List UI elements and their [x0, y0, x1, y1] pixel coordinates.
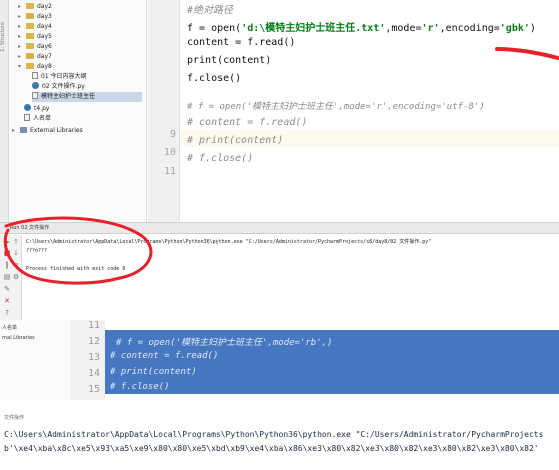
code-line-4[interactable]: print(content): [187, 55, 271, 66]
tree-folder-day2[interactable]: ▸ day2: [18, 2, 52, 12]
line-number: 12: [87, 336, 100, 347]
library-icon: [20, 127, 27, 133]
run-tab-header: Run 02 文件操作: [0, 223, 559, 234]
tree-file-outline[interactable]: 01 今日内容大纲: [32, 72, 87, 82]
tree-external-libraries[interactable]: rnal Libraries: [2, 335, 35, 341]
selected-code-line-13[interactable]: # content = f.read(): [110, 351, 218, 361]
line-number: 15: [87, 384, 100, 395]
console-tab-label[interactable]: 文件操作: [4, 415, 24, 421]
tree-folder-day3[interactable]: ▸ day3: [18, 12, 52, 22]
tree-file-file-ops[interactable]: 02 文件操作.py: [32, 82, 85, 92]
folder-icon: [26, 43, 34, 49]
console-command-line[interactable]: C:\Users\Administrator\AppData\Local\Pro…: [4, 430, 543, 439]
tree-file-names[interactable]: 人名单: [24, 114, 51, 124]
code-line-2[interactable]: f = open('d:\模特主妇护士班主任.txt',mode='r',enc…: [187, 19, 536, 34]
folder-icon: [26, 13, 34, 19]
run-output-line: ???ó???: [26, 248, 48, 254]
left-tool-strip: 1: Structure: [0, 0, 9, 222]
run-panel: Run 02 文件操作 ▶ ↑ ■ ↓ ‖ ≡ ▤ ⚙ ✎ ✕ ? C:\Use…: [0, 222, 559, 320]
run-command-line: C:\Users\Administrator\AppData\Local\Pro…: [26, 239, 432, 245]
tree-folder-day6[interactable]: ▸ day6: [18, 42, 52, 52]
python-file-icon: [32, 82, 39, 89]
top-editor-pane: 1: Structure ▸ day2 ▸ day3 ▸ day4 ▸ day5 ▸ da…: [0, 0, 559, 222]
text-file-icon: [24, 114, 30, 121]
code-editor[interactable]: #绝对路径 f = open('d:\模特主妇护士班主任.txt',mode='…: [181, 0, 559, 222]
help-icon[interactable]: ?: [3, 309, 11, 317]
pin-icon[interactable]: ✎: [3, 285, 11, 293]
tree-file-names[interactable]: 人名单: [2, 324, 17, 331]
selected-code-line-14[interactable]: # print(content): [110, 367, 197, 377]
scroll-down-icon[interactable]: ↓: [12, 249, 20, 257]
close-icon[interactable]: ✕: [3, 297, 11, 305]
line-number: 9: [169, 129, 176, 140]
text-file-icon: [32, 72, 38, 79]
settings-icon[interactable]: ⚙: [12, 273, 20, 281]
bottom-editor-pane: 人名单 rnal Libraries 11 12 13 14 15 # f = …: [0, 320, 559, 470]
code-line-8[interactable]: # content = f.read(): [187, 117, 307, 128]
code-line-5[interactable]: f.close(): [187, 73, 241, 84]
tree-file-t4[interactable]: t4.py: [24, 104, 49, 114]
rerun-icon[interactable]: ▶: [3, 238, 11, 246]
tree-file-selected[interactable]: 模特主妇护士班主任: [32, 92, 142, 102]
print-icon[interactable]: ▤: [3, 273, 11, 281]
tree-external-libraries[interactable]: ▸ External Libraries: [12, 126, 83, 136]
run-tab-label[interactable]: Run 02 文件操作: [10, 225, 49, 231]
line-number: 11: [163, 166, 176, 177]
scroll-up-icon[interactable]: ↑: [12, 238, 20, 246]
code-line-3[interactable]: content = f.read(): [187, 37, 295, 48]
python-file-icon: [24, 104, 31, 111]
structure-tool-tab[interactable]: 1: Structure: [0, 22, 9, 52]
folder-icon: [26, 33, 34, 39]
tree-folder-day7[interactable]: ▸ day7: [18, 52, 52, 62]
console-bytes-output[interactable]: b'\xe4\xba\x8c\xe5\x93\xa5\xe9\x80\x80\x…: [4, 444, 539, 453]
folder-icon: [26, 23, 34, 29]
tree-folder-day5[interactable]: ▸ day5: [18, 32, 52, 42]
line-number: 11: [87, 320, 100, 331]
tree-folder-day8[interactable]: ▾ day8: [18, 62, 52, 72]
code-line-9[interactable]: # print(content): [187, 135, 283, 146]
wrap-icon[interactable]: ≡: [12, 261, 20, 269]
text-file-icon: [32, 92, 38, 99]
folder-icon: [26, 53, 34, 59]
run-exit-line: Process finished with exit code 0: [26, 266, 126, 272]
folder-icon: [26, 3, 34, 9]
selected-code-line-12[interactable]: # f = open('模特主妇护士班主任',mode='rb',): [116, 335, 332, 348]
line-number: 13: [87, 352, 100, 363]
tree-folder-day4[interactable]: ▸ day4: [18, 22, 52, 32]
code-line-10[interactable]: # f.close(): [187, 153, 253, 164]
selected-code-line-15[interactable]: # f.close(): [110, 382, 170, 392]
code-line-7[interactable]: # f = open('模特主妇护士班主任',mode='r',encoding…: [187, 99, 485, 112]
pause-icon[interactable]: ‖: [3, 261, 11, 269]
project-tree: ▸ day2 ▸ day3 ▸ day4 ▸ day5 ▸ day6 ▸ day7 ▾ day…: [10, 0, 147, 222]
line-number: 14: [87, 368, 100, 379]
folder-icon: [26, 63, 34, 69]
code-line-1[interactable]: #绝对路径: [187, 1, 233, 16]
run-toolbar: ▶ ↑ ■ ↓ ‖ ≡ ▤ ⚙ ✎ ✕ ?: [0, 235, 22, 320]
editor-gutter: 9 10 11: [148, 0, 180, 222]
run-console[interactable]: C:\Users\Administrator\AppData\Local\Pro…: [26, 238, 556, 272]
stop-icon[interactable]: ■: [3, 249, 11, 257]
project-tree-partial: 人名单 rnal Libraries: [0, 320, 70, 400]
line-number: 10: [163, 147, 176, 158]
console-tab-header: 文件操作: [0, 414, 559, 422]
